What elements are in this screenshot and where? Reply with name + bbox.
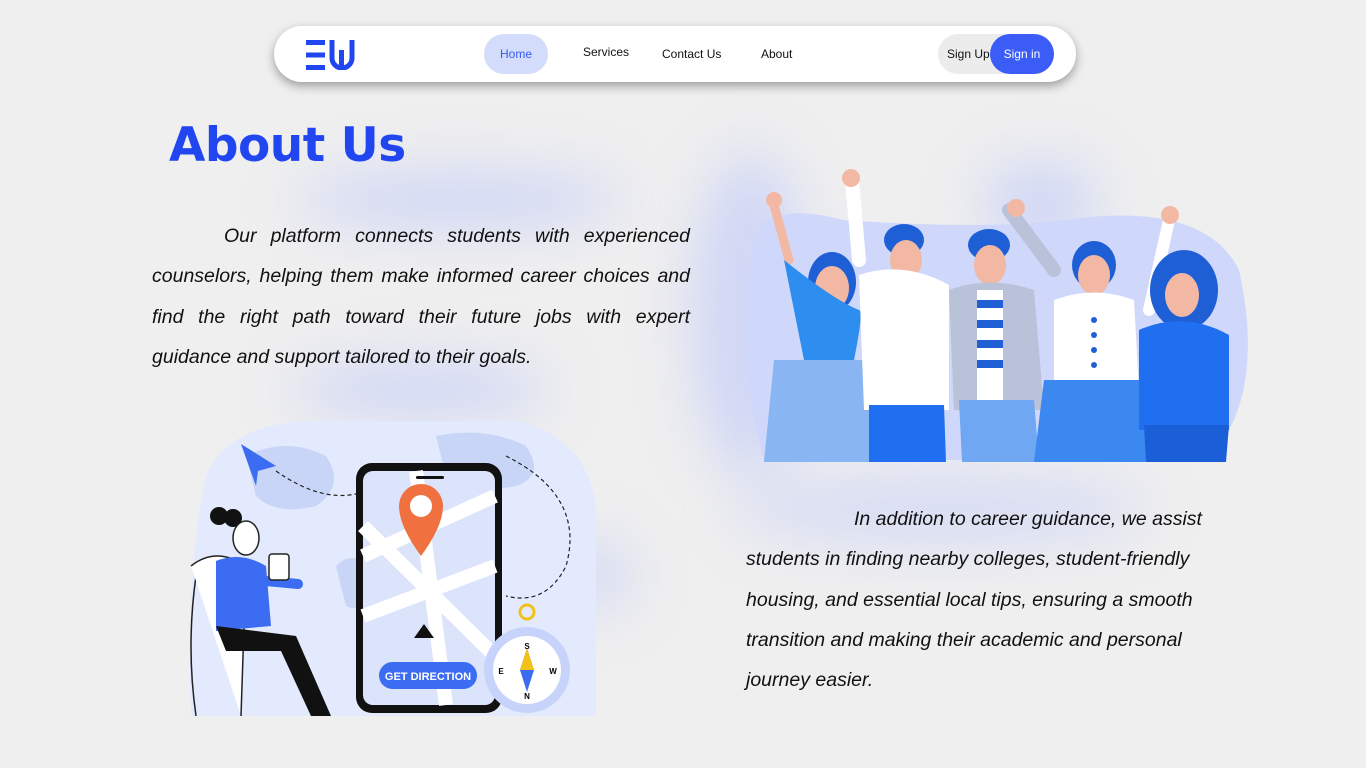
svg-text:S: S xyxy=(524,642,530,651)
nav-contact-link[interactable]: Contact Us xyxy=(662,26,721,82)
nav-about-link[interactable]: About xyxy=(761,26,792,82)
svg-text:W: W xyxy=(549,667,557,676)
top-navbar: EU Home Services Contact Us About Sign U… xyxy=(274,26,1076,82)
nav-services-link[interactable]: Services xyxy=(583,26,629,82)
student-figure xyxy=(1139,250,1229,462)
about-paragraph-1: Our platform connects students with expe… xyxy=(152,225,690,368)
svg-text:E: E xyxy=(498,667,504,676)
sign-up-button[interactable]: Sign Up xyxy=(947,34,990,74)
students-group-illustration xyxy=(746,169,1248,462)
sign-in-button[interactable]: Sign in xyxy=(990,34,1054,74)
nav-home-link[interactable]: Home xyxy=(484,34,548,74)
about-paragraph-2: In addition to career guidance, we assis… xyxy=(746,508,1202,692)
get-direction-label: GET DIRECTION xyxy=(385,671,471,683)
page-title: About Us xyxy=(169,118,406,173)
navigation-illustration: GET DIRECTION S N E W xyxy=(190,421,596,716)
svg-text:N: N xyxy=(524,692,530,701)
brand-logo[interactable]: EU xyxy=(306,40,356,70)
